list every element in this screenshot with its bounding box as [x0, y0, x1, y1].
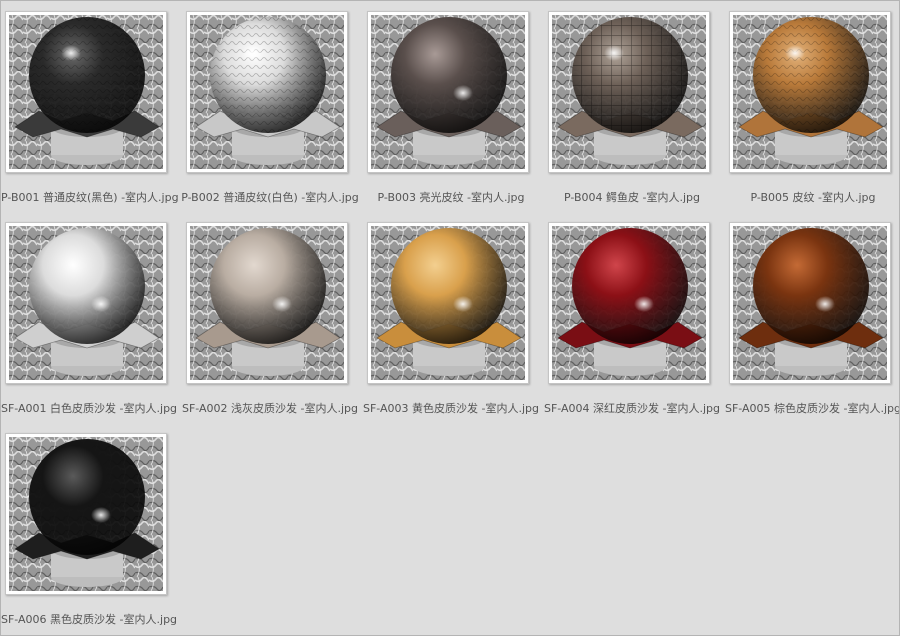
file-name-label[interactable]: SF-A006 黑色皮质沙发 -室内人.jpg — [1, 611, 189, 627]
file-thumbnail[interactable] — [186, 11, 348, 173]
material-sphere-image — [9, 226, 163, 380]
thumbnail-grid: P-B001 普通皮纹(黑色) -室内人.jpg P-B002 普通皮纹(白色)… — [1, 1, 899, 635]
material-sphere-image — [371, 15, 525, 169]
file-tile[interactable]: P-B001 普通皮纹(黑色) -室内人.jpg — [1, 5, 179, 215]
file-thumbnail[interactable] — [548, 11, 710, 173]
material-sphere-image — [733, 226, 887, 380]
material-sphere-image — [190, 15, 344, 169]
file-name-label[interactable]: SF-A001 白色皮质沙发 -室内人.jpg — [1, 400, 189, 416]
material-sphere-image — [9, 437, 163, 591]
file-name-label[interactable]: SF-A004 深红皮质沙发 -室内人.jpg — [538, 400, 726, 416]
file-name-label[interactable]: P-B005 皮纹 -室内人.jpg — [719, 189, 899, 205]
file-name-label[interactable]: SF-A003 黄色皮质沙发 -室内人.jpg — [357, 400, 545, 416]
file-name-label[interactable]: P-B004 鳄鱼皮 -室内人.jpg — [538, 189, 726, 205]
file-thumbnail[interactable] — [5, 433, 167, 595]
file-tile[interactable]: SF-A006 黑色皮质沙发 -室内人.jpg — [1, 427, 179, 635]
file-tile[interactable]: P-B004 鳄鱼皮 -室内人.jpg — [544, 5, 722, 215]
file-browser-window: P-B001 普通皮纹(黑色) -室内人.jpg P-B002 普通皮纹(白色)… — [0, 0, 900, 636]
file-tile[interactable]: SF-A003 黄色皮质沙发 -室内人.jpg — [363, 216, 541, 426]
file-tile[interactable]: P-B002 普通皮纹(白色) -室内人.jpg — [181, 5, 360, 215]
file-thumbnail[interactable] — [367, 222, 529, 384]
file-name-label[interactable]: P-B001 普通皮纹(黑色) -室内人.jpg — [1, 189, 189, 205]
file-tile[interactable]: SF-A005 棕色皮质沙发 -室内人.jpg — [725, 216, 899, 426]
file-tile[interactable]: P-B003 亮光皮纹 -室内人.jpg — [363, 5, 541, 215]
file-thumbnail[interactable] — [5, 11, 167, 173]
file-thumbnail[interactable] — [186, 222, 348, 384]
file-tile[interactable]: SF-A001 白色皮质沙发 -室内人.jpg — [1, 216, 179, 426]
file-thumbnail[interactable] — [367, 11, 529, 173]
material-sphere-image — [733, 15, 887, 169]
file-thumbnail[interactable] — [729, 11, 891, 173]
material-sphere-image — [552, 226, 706, 380]
material-sphere-image — [9, 15, 163, 169]
file-name-label[interactable]: P-B003 亮光皮纹 -室内人.jpg — [357, 189, 545, 205]
file-name-label[interactable]: SF-A002 浅灰皮质沙发 -室内人.jpg — [176, 400, 364, 416]
material-sphere-image — [552, 15, 706, 169]
file-tile[interactable]: SF-A004 深红皮质沙发 -室内人.jpg — [544, 216, 722, 426]
file-tile[interactable]: SF-A002 浅灰皮质沙发 -室内人.jpg — [182, 216, 360, 426]
file-thumbnail[interactable] — [548, 222, 710, 384]
file-thumbnail[interactable] — [5, 222, 167, 384]
file-name-label[interactable]: P-B002 普通皮纹(白色) -室内人.jpg — [176, 189, 364, 205]
file-tile[interactable]: P-B005 皮纹 -室内人.jpg — [725, 5, 899, 215]
file-name-label[interactable]: SF-A005 棕色皮质沙发 -室内人.jpg — [719, 400, 899, 416]
material-sphere-image — [190, 226, 344, 380]
material-sphere-image — [371, 226, 525, 380]
file-thumbnail[interactable] — [729, 222, 891, 384]
